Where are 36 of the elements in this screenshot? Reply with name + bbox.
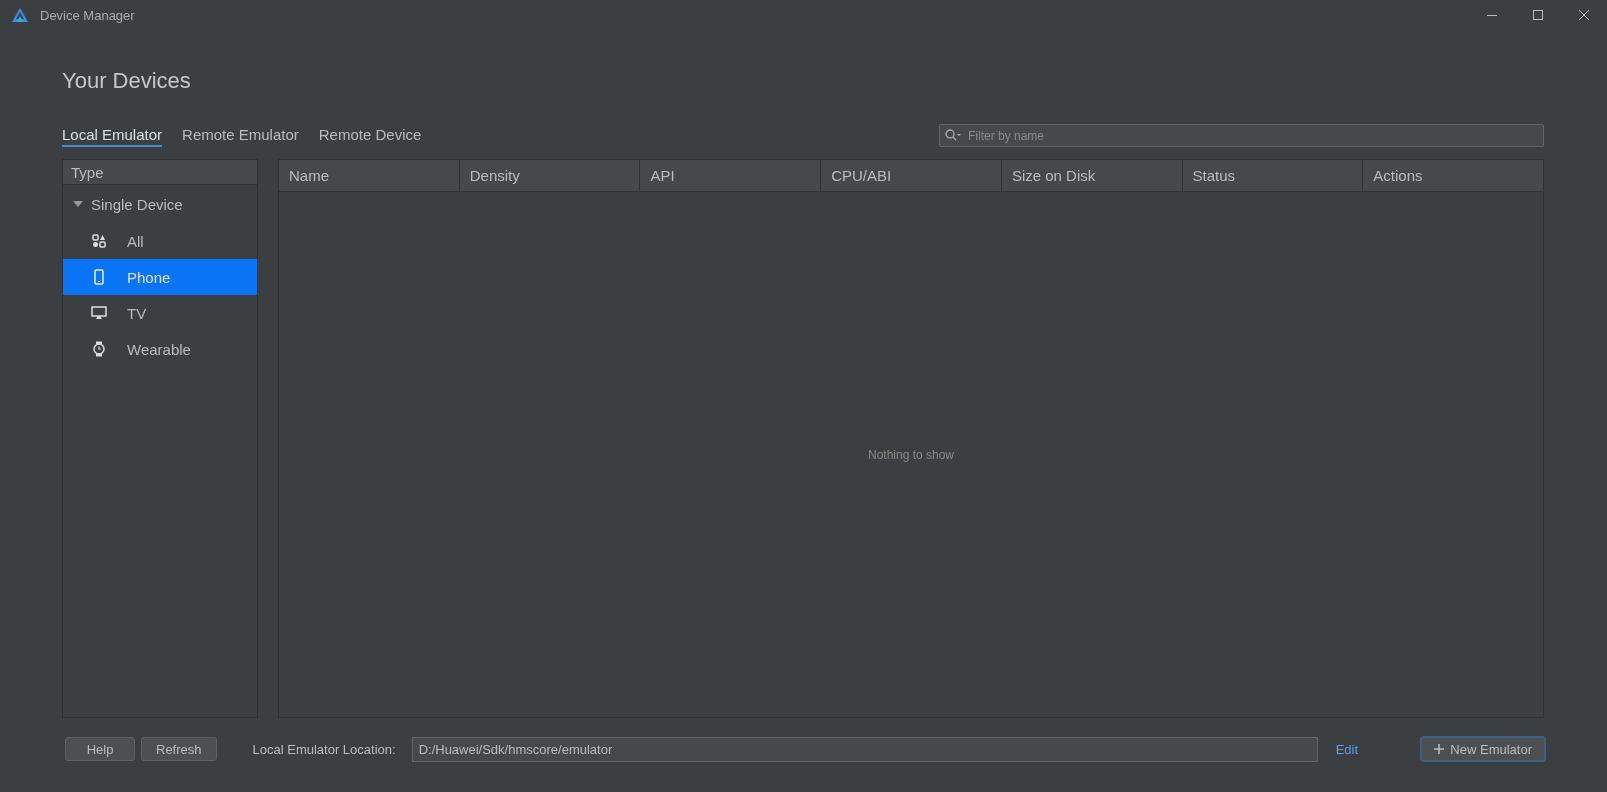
caret-down-icon [73, 200, 83, 208]
tree-item[interactable]: TV [63, 295, 257, 331]
column-header[interactable]: Name [279, 160, 459, 191]
tab[interactable]: Remote Device [318, 124, 422, 147]
column-header[interactable]: Density [458, 160, 640, 191]
empty-message: Nothing to show [867, 447, 955, 462]
monitor-icon [91, 306, 107, 320]
column-header[interactable]: CPU/ABI [820, 160, 1001, 191]
location-label: Local Emulator Location: [252, 741, 396, 757]
footer-button[interactable]: Refresh [141, 737, 217, 761]
tree-item[interactable]: All [63, 223, 257, 259]
new-emulator-button[interactable]: New Emulator [1420, 736, 1546, 762]
maximize-icon [1533, 10, 1543, 20]
column-header[interactable]: Status [1181, 160, 1363, 191]
type-header: Type [63, 160, 257, 185]
search-field[interactable]: Filter by name [939, 124, 1544, 147]
grid-icon [92, 234, 106, 248]
column-header[interactable]: Actions [1362, 160, 1544, 191]
footer-button[interactable]: Help [65, 737, 135, 761]
minimize-icon [1487, 14, 1497, 16]
tree-item[interactable]: Phone [63, 259, 257, 295]
watch-icon [92, 341, 106, 357]
tab[interactable]: Remote Emulator [182, 124, 299, 147]
close-icon [1579, 10, 1589, 20]
edit-link[interactable]: Edit [1335, 741, 1359, 757]
column-header[interactable]: Size on Disk [1000, 160, 1182, 191]
app-logo-icon [12, 8, 28, 22]
location-field[interactable]: D:/Huawei/Sdk/hmscore/emulator [411, 736, 1318, 762]
tab[interactable]: Local Emulator [62, 124, 163, 147]
window-title: Device Manager [40, 7, 135, 23]
phone-icon [94, 269, 104, 285]
tree-group[interactable]: Single Device [63, 185, 257, 223]
column-header[interactable]: API [639, 160, 821, 191]
plus-icon [1434, 744, 1445, 754]
tree-item[interactable]: Wearable [63, 331, 257, 367]
page-heading: Your Devices [62, 68, 192, 94]
